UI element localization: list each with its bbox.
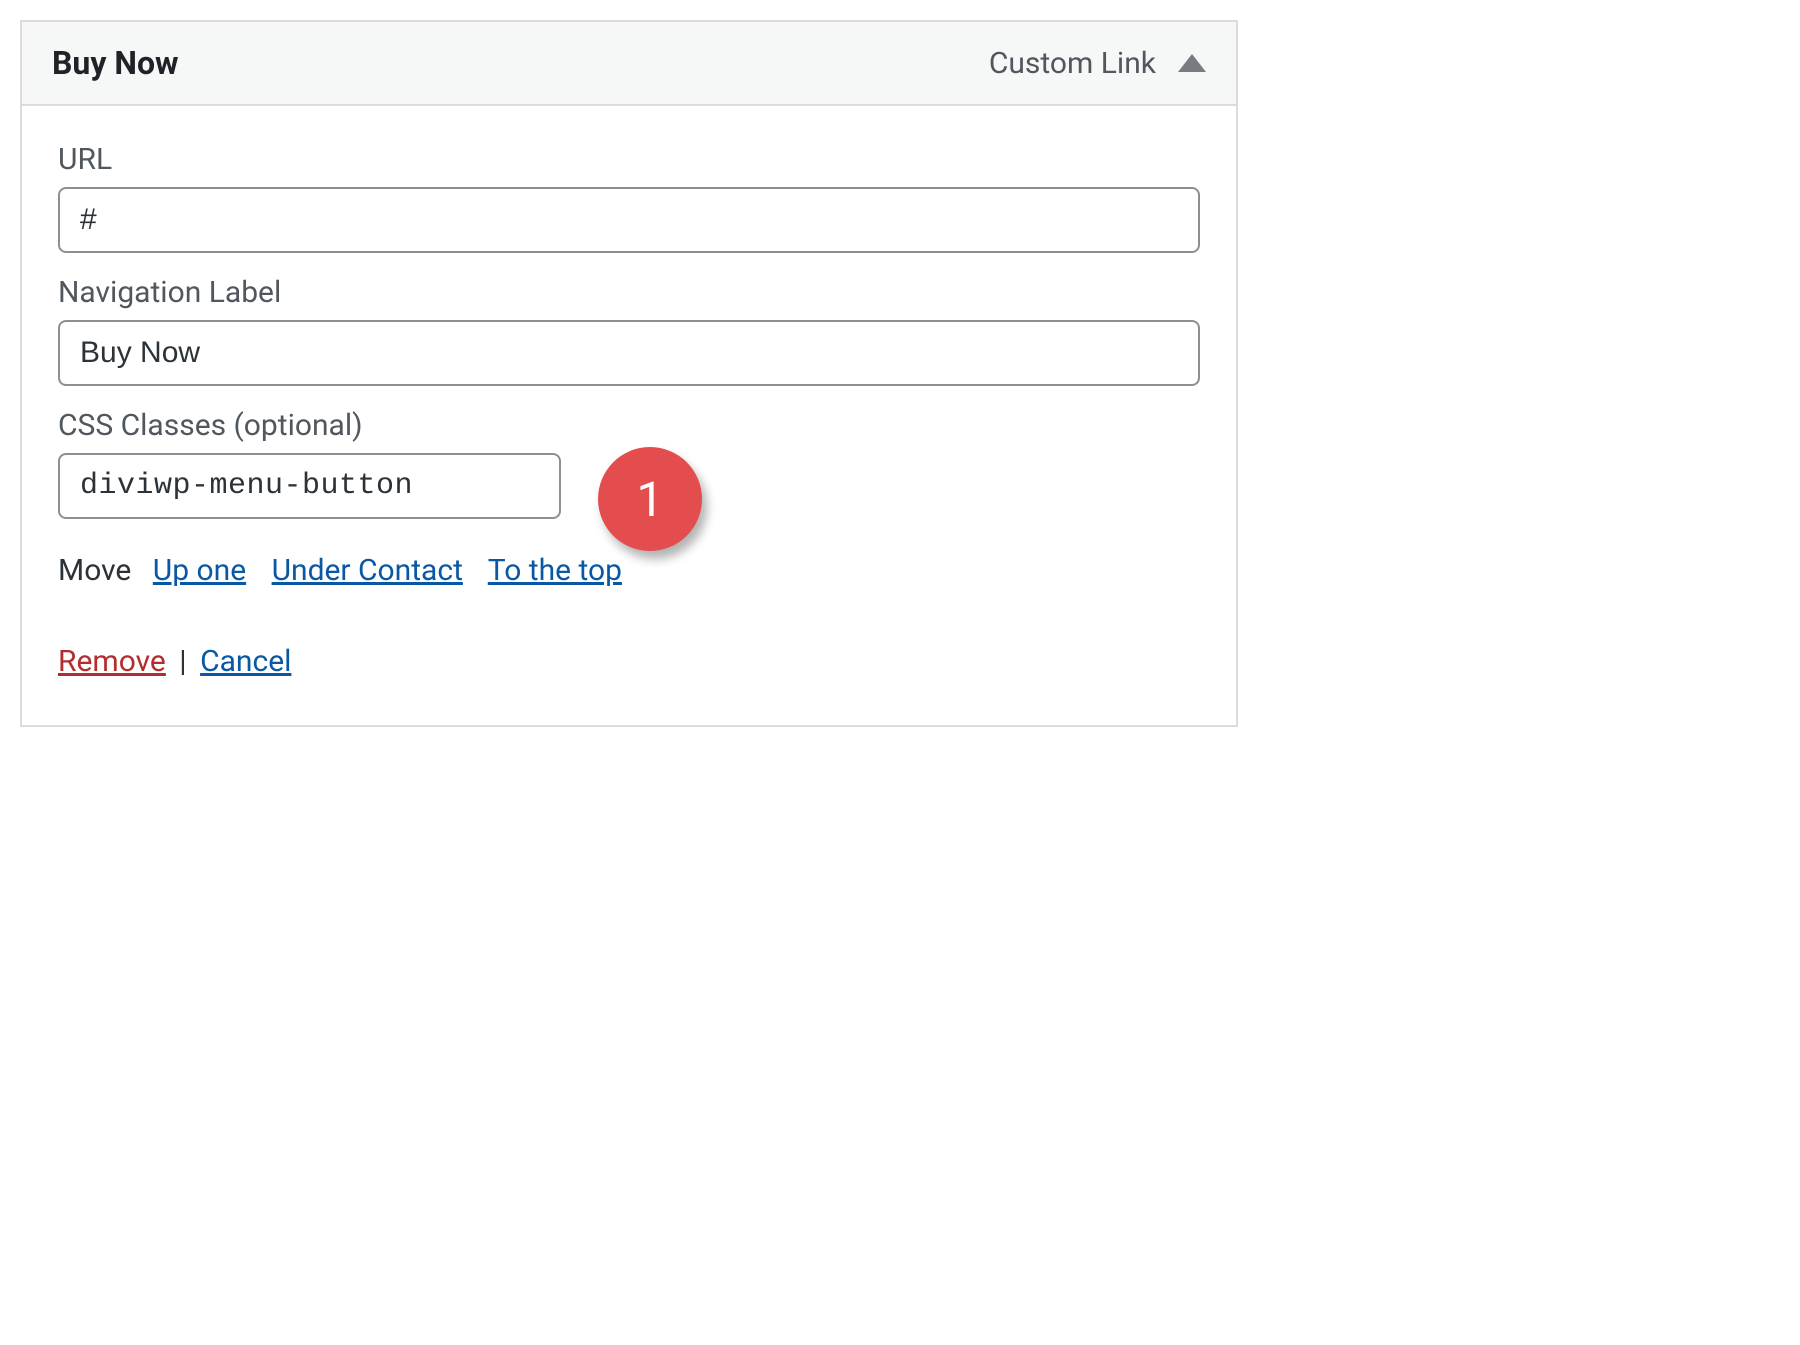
action-row: Remove | Cancel bbox=[58, 644, 1200, 679]
menu-item-header[interactable]: Buy Now Custom Link bbox=[22, 22, 1236, 106]
annotation-badge: 1 bbox=[598, 447, 702, 551]
menu-item-body: URL Navigation Label CSS Classes (option… bbox=[22, 106, 1236, 725]
css-classes-row: 1 bbox=[58, 453, 1200, 519]
url-field-group: URL bbox=[58, 142, 1200, 253]
action-separator: | bbox=[179, 644, 186, 679]
menu-item-type-wrap: Custom Link bbox=[989, 46, 1206, 81]
css-classes-field-group: CSS Classes (optional) 1 bbox=[58, 408, 1200, 519]
css-input-wrap bbox=[58, 453, 561, 519]
move-to-top-link[interactable]: To the top bbox=[488, 553, 622, 588]
move-label: Move bbox=[58, 553, 131, 588]
move-up-one-link[interactable]: Up one bbox=[153, 553, 246, 588]
menu-item-panel: Buy Now Custom Link URL Navigation Label… bbox=[20, 20, 1238, 727]
nav-label-input[interactable] bbox=[58, 320, 1200, 386]
cancel-link[interactable]: Cancel bbox=[200, 644, 291, 679]
menu-item-type-label: Custom Link bbox=[989, 46, 1156, 81]
move-row: Move Up one Under Contact To the top bbox=[58, 553, 1200, 588]
move-under-contact-link[interactable]: Under Contact bbox=[272, 553, 463, 588]
url-label: URL bbox=[58, 142, 1200, 177]
chevron-up-icon bbox=[1178, 54, 1206, 72]
css-classes-input[interactable] bbox=[58, 453, 561, 519]
nav-label-label: Navigation Label bbox=[58, 275, 1200, 310]
menu-item-title: Buy Now bbox=[52, 44, 179, 82]
annotation-badge-number: 1 bbox=[637, 471, 664, 528]
url-input[interactable] bbox=[58, 187, 1200, 253]
css-classes-label: CSS Classes (optional) bbox=[58, 408, 1200, 443]
nav-label-field-group: Navigation Label bbox=[58, 275, 1200, 386]
remove-link[interactable]: Remove bbox=[58, 644, 166, 679]
